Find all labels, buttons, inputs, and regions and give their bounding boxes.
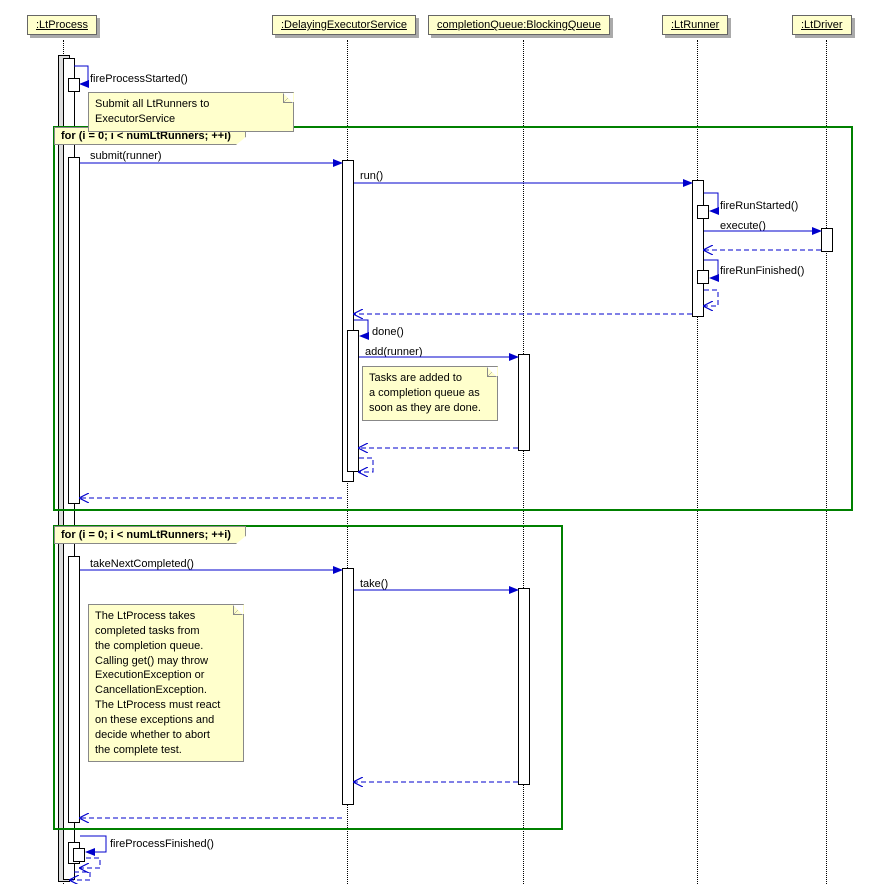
activation-bar [697,270,709,284]
participant-label: :LtRunner [671,19,719,31]
msg-fireRunStarted: fireRunStarted() [720,200,798,212]
note-text: completed tasks from [95,625,200,637]
activation-bar [821,228,833,252]
activation-bar [518,588,530,785]
activation-bar [73,848,85,862]
note-take: The LtProcess takes completed tasks from… [88,604,244,762]
activation-bar [342,568,354,805]
note-text: The LtProcess must react [95,699,220,711]
participant-executor: :DelayingExecutorService [272,15,416,35]
msg-takeNextCompleted: takeNextCompleted() [90,558,194,570]
msg-fireProcessStarted: fireProcessStarted() [90,73,188,85]
participant-ltdriver: :LtDriver [792,15,852,35]
msg-submit: submit(runner) [90,150,162,162]
note-text: Tasks are added to [369,372,462,384]
activation-bar [692,180,704,317]
activation-bar [518,354,530,451]
note-text: the complete test. [95,744,182,756]
participant-label: :LtDriver [801,19,843,31]
participant-label: :LtProcess [36,19,88,31]
participant-label: completionQueue:BlockingQueue [437,19,601,31]
frame-label: for (i = 0; i < numLtRunners; ++i) [54,526,246,544]
note-text: the completion queue. [95,640,203,652]
note-text: on these exceptions and [95,714,214,726]
activation-bar [68,556,80,823]
note-text: Calling get() may throw [95,655,208,667]
note-text: ExecutionException or [95,669,204,681]
note-text: a completion queue as [369,387,480,399]
note-text: decide whether to abort [95,729,210,741]
sequence-diagram: :LtProcess :DelayingExecutorService comp… [10,10,865,884]
note-text: soon as they are done. [369,402,481,414]
participant-label: :DelayingExecutorService [281,19,407,31]
msg-run: run() [360,170,383,182]
note-text: The LtProcess takes [95,610,195,622]
activation-bar [697,205,709,219]
activation-bar [68,157,80,504]
note-submit: Submit all LtRunners to ExecutorService [88,92,294,132]
participant-ltprocess: :LtProcess [27,15,97,35]
note-tasks: Tasks are added to a completion queue as… [362,366,498,421]
loop-frame-1: for (i = 0; i < numLtRunners; ++i) [53,126,853,511]
msg-take: take() [360,578,388,590]
activation-bar [68,78,80,92]
activation-bar [347,330,359,472]
msg-done: done() [372,326,404,338]
note-text: Submit all LtRunners to ExecutorService [95,98,209,125]
participant-queue: completionQueue:BlockingQueue [428,15,610,35]
note-text: CancellationException. [95,684,207,696]
msg-add: add(runner) [365,346,422,358]
msg-execute: execute() [720,220,766,232]
msg-fireRunFinished: fireRunFinished() [720,265,804,277]
msg-fireProcessFinished: fireProcessFinished() [110,838,214,850]
participant-ltrunner: :LtRunner [662,15,728,35]
